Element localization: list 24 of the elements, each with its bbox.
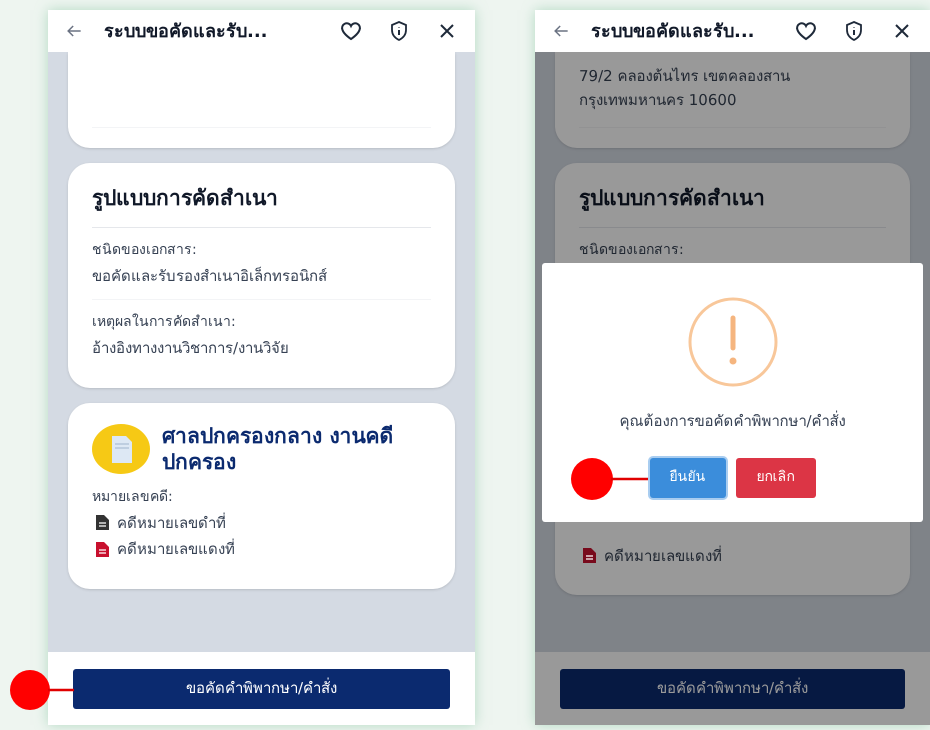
court-title: ศาลปกครองกลาง งานคดีปกครอง (162, 422, 394, 474)
warning-icon (686, 296, 778, 388)
field-label: ชนิดของเอกสาร: (92, 240, 198, 260)
header-title: ระบบขอคัดและรับ... (103, 20, 269, 44)
header-title: ระบบขอคัดและรับ... (590, 20, 756, 44)
cancel-button[interactable]: ยกเลิก (736, 458, 816, 498)
field-label: ชนิดของเอกสาร: (579, 240, 685, 260)
card-heading: รูปแบบการคัดสำเนา (92, 183, 431, 228)
document-icon (92, 424, 150, 474)
confirm-button[interactable]: ยืนยัน (650, 458, 726, 498)
case-number-text: คดีหมายเลขดำที่ (117, 512, 226, 534)
field-label: เหตุผลในการคัดสำเนา: (92, 312, 237, 332)
annotation-marker (10, 670, 74, 710)
field-value: อ้างอิงทางงานวิชาการ/งานวิจัย (92, 338, 290, 359)
case-label: หมายเลขคดี: (92, 488, 174, 506)
request-copy-button[interactable]: ขอคัดคำพิพากษา/คำสั่ง (73, 668, 450, 708)
card-heading: รูปแบบการคัดสำเนา (579, 183, 886, 228)
address-text: กรุงเทพมหานคร 10600 (579, 90, 738, 112)
address-text: 79/2 คลองต้นไทร เขตคลองสาน (579, 66, 792, 87)
case-number-text: คดีหมายเลขแดงที่ (604, 544, 722, 566)
case-number-text: คดีหมายเลขแดงที่ (117, 538, 235, 560)
field-value: ขอคัดและรับรองสำเนาอิเล็กทรอนิกส์ (92, 266, 328, 286)
dialog-message: คุณต้องการขอคัดคำพิพากษา/คำสั่ง (619, 410, 846, 432)
request-copy-button[interactable]: ขอคัดคำพิพากษา/คำสั่ง (560, 668, 905, 708)
